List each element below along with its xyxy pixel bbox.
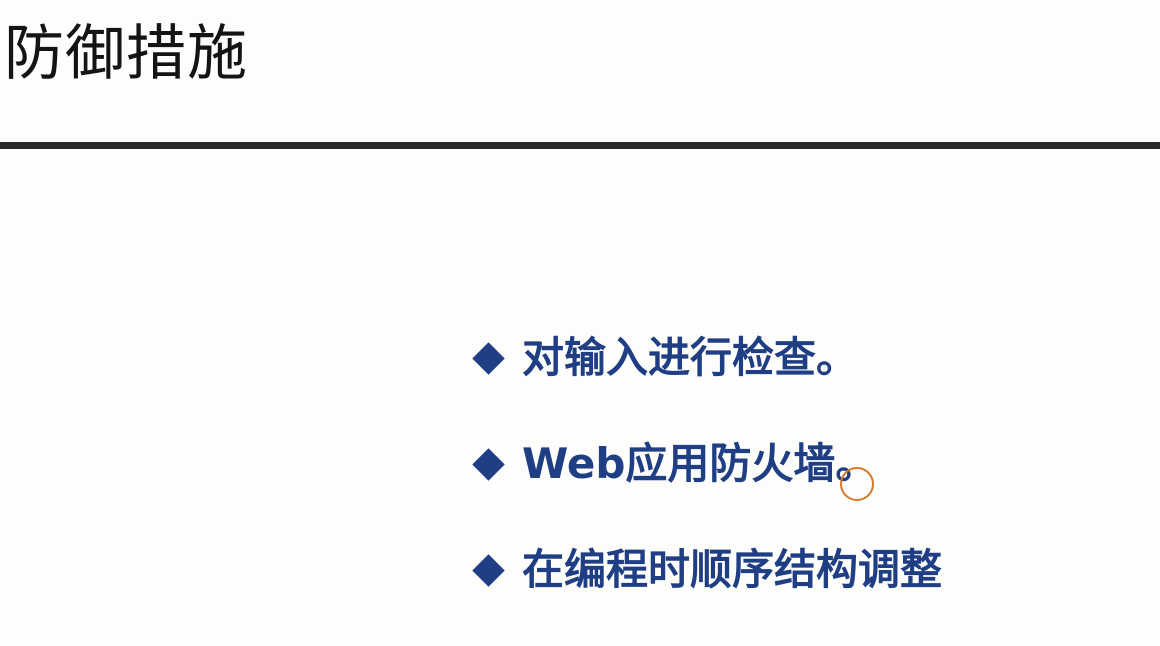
- presentation-slide: 防御措施 对输入进行检查。 Web应用防火墙。 在编程时顺序结构调整: [0, 0, 1160, 646]
- bullet-text-code-ordering: 在编程时顺序结构调整: [522, 545, 943, 594]
- bullet-text-input-validation: 对输入进行检查。: [522, 333, 859, 382]
- slide-title: 防御措施: [4, 19, 248, 89]
- diamond-bullet-icon: [472, 341, 505, 375]
- list-item: 对输入进行检查。: [470, 328, 942, 388]
- bullet-text-web-firewall: Web应用防火墙。: [522, 439, 878, 488]
- bullet-list: 对输入进行检查。 Web应用防火墙。 在编程时顺序结构调整: [470, 328, 942, 600]
- title-divider: [0, 142, 1160, 149]
- list-item: 在编程时顺序结构调整: [470, 540, 942, 600]
- diamond-bullet-icon: [472, 553, 505, 587]
- mouse-cursor-ring-icon: [840, 467, 874, 501]
- diamond-bullet-icon: [472, 447, 505, 481]
